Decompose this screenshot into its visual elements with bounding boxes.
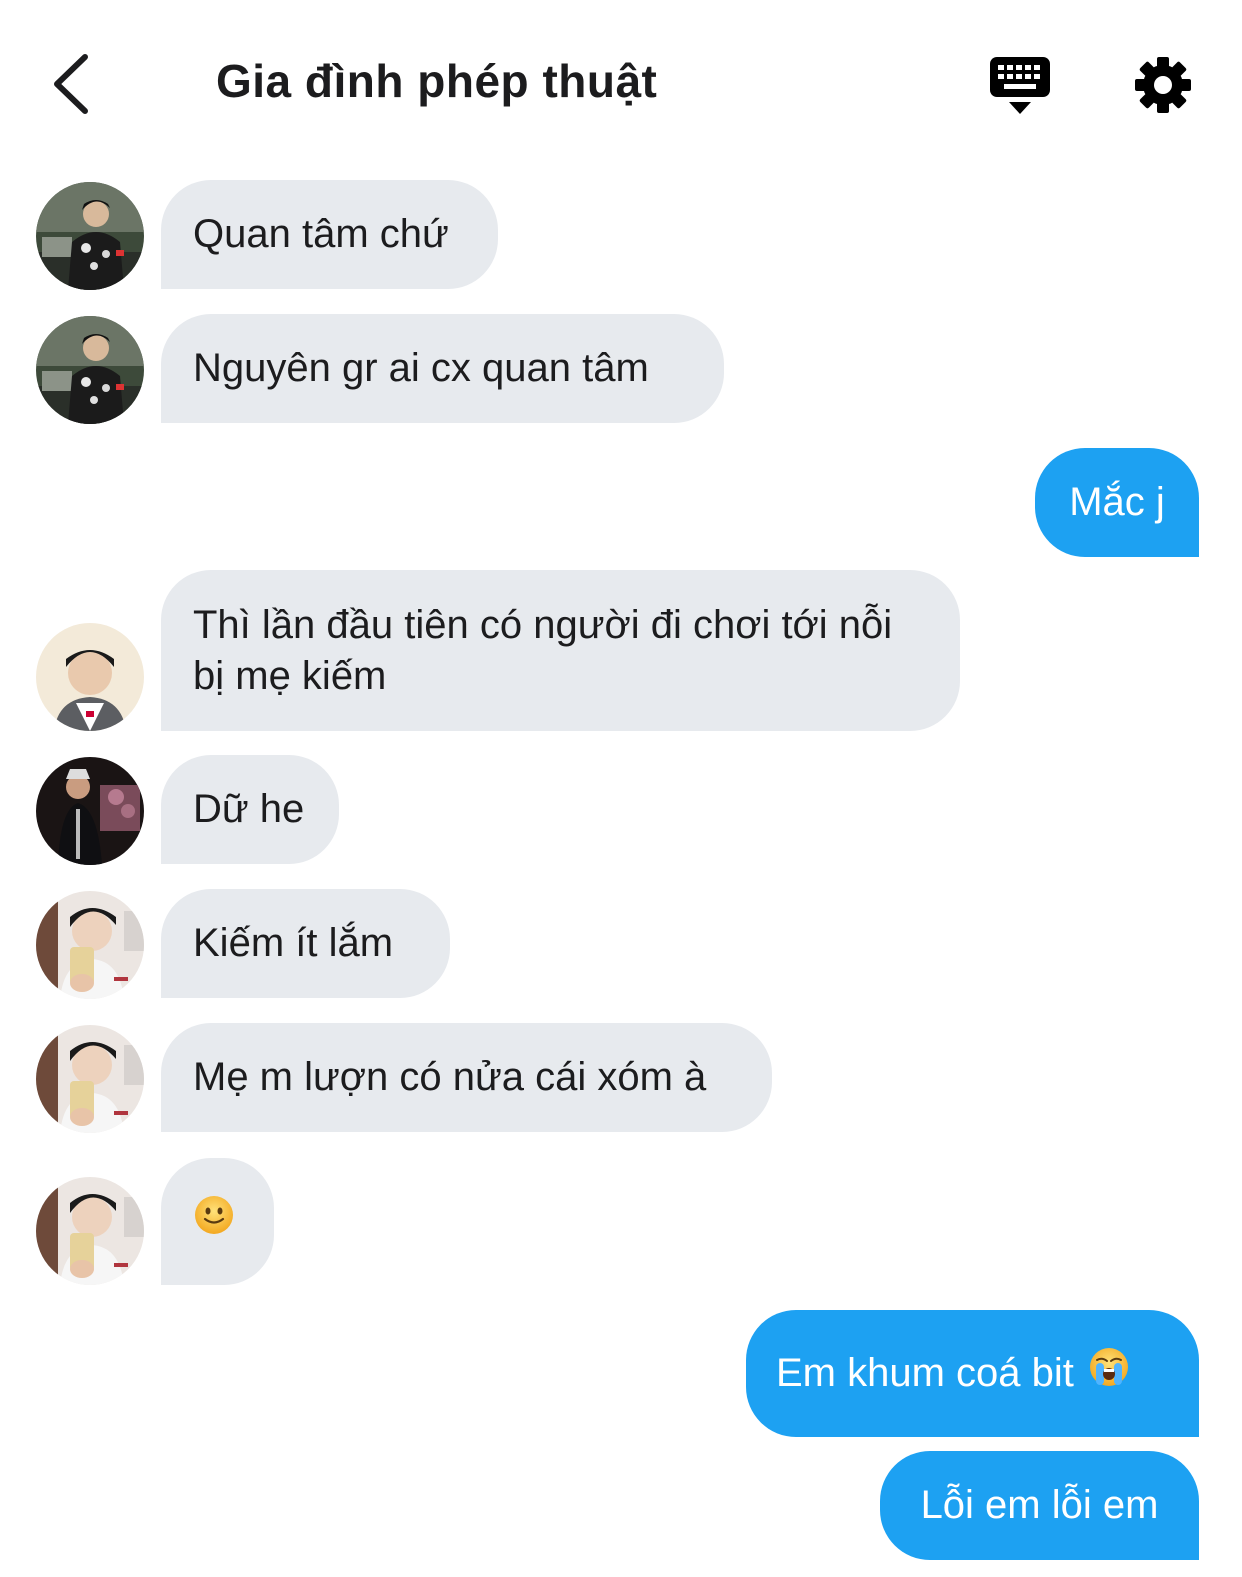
keyboard-icon: [990, 57, 1050, 114]
avatar[interactable]: [36, 757, 144, 865]
avatar-1-image: [36, 316, 144, 424]
message-bubble[interactable]: [161, 1158, 274, 1285]
message-text: Thì lần đầu tiên có người đi chơi tới nỗ…: [193, 602, 893, 698]
avatar-3-image: [36, 757, 144, 865]
message-bubble[interactable]: Nguyên gr ai cx quan tâm: [161, 314, 724, 423]
message-text: Em khum coá bit: [776, 1351, 1074, 1395]
message-text: Mắc j: [1069, 480, 1165, 524]
keyboard-button[interactable]: [984, 50, 1056, 122]
loudly-crying-face-emoji: [1088, 1346, 1130, 1401]
conversation-title: Gia đình phép thuật: [216, 55, 658, 107]
chevron-left-icon: [54, 54, 88, 114]
message-bubble-outgoing[interactable]: Mắc j: [1035, 448, 1199, 557]
settings-button[interactable]: [1128, 50, 1198, 120]
chat-header: Gia đình phép thuật: [0, 0, 1242, 160]
gear-icon: [1135, 57, 1191, 113]
message-bubble[interactable]: Quan tâm chứ: [161, 180, 498, 289]
message-bubble[interactable]: Dữ he: [161, 755, 339, 864]
avatar[interactable]: [36, 1025, 144, 1133]
message-text: Quan tâm chứ: [193, 212, 449, 256]
message-text: Dữ he: [193, 787, 305, 831]
message-text: Nguyên gr ai cx quan tâm: [193, 346, 649, 390]
avatar-2-image: [36, 623, 144, 731]
avatar[interactable]: [36, 1177, 144, 1285]
avatar-4-image: [36, 1025, 144, 1133]
message-text: Lỗi em lỗi em: [920, 1483, 1159, 1527]
avatar[interactable]: [36, 891, 144, 999]
avatar-4-image: [36, 1177, 144, 1285]
avatar-1-image: [36, 182, 144, 290]
message-bubble[interactable]: Kiếm ít lắm: [161, 889, 450, 998]
avatar[interactable]: [36, 182, 144, 290]
avatar[interactable]: [36, 316, 144, 424]
message-bubble[interactable]: Mẹ m lượn có nửa cái xóm à: [161, 1023, 772, 1132]
message-bubble[interactable]: Thì lần đầu tiên có người đi chơi tới nỗ…: [161, 570, 960, 731]
message-text: Kiếm ít lắm: [193, 921, 394, 965]
message-bubble-outgoing[interactable]: Lỗi em lỗi em: [880, 1451, 1199, 1560]
message-bubble-outgoing[interactable]: Em khum coá bit: [746, 1310, 1199, 1437]
avatar-4-image: [36, 891, 144, 999]
message-text: Mẹ m lượn có nửa cái xóm à: [193, 1055, 707, 1099]
slightly-smiling-face-emoji: [193, 1194, 235, 1249]
back-button[interactable]: [36, 44, 106, 124]
avatar[interactable]: [36, 623, 144, 731]
